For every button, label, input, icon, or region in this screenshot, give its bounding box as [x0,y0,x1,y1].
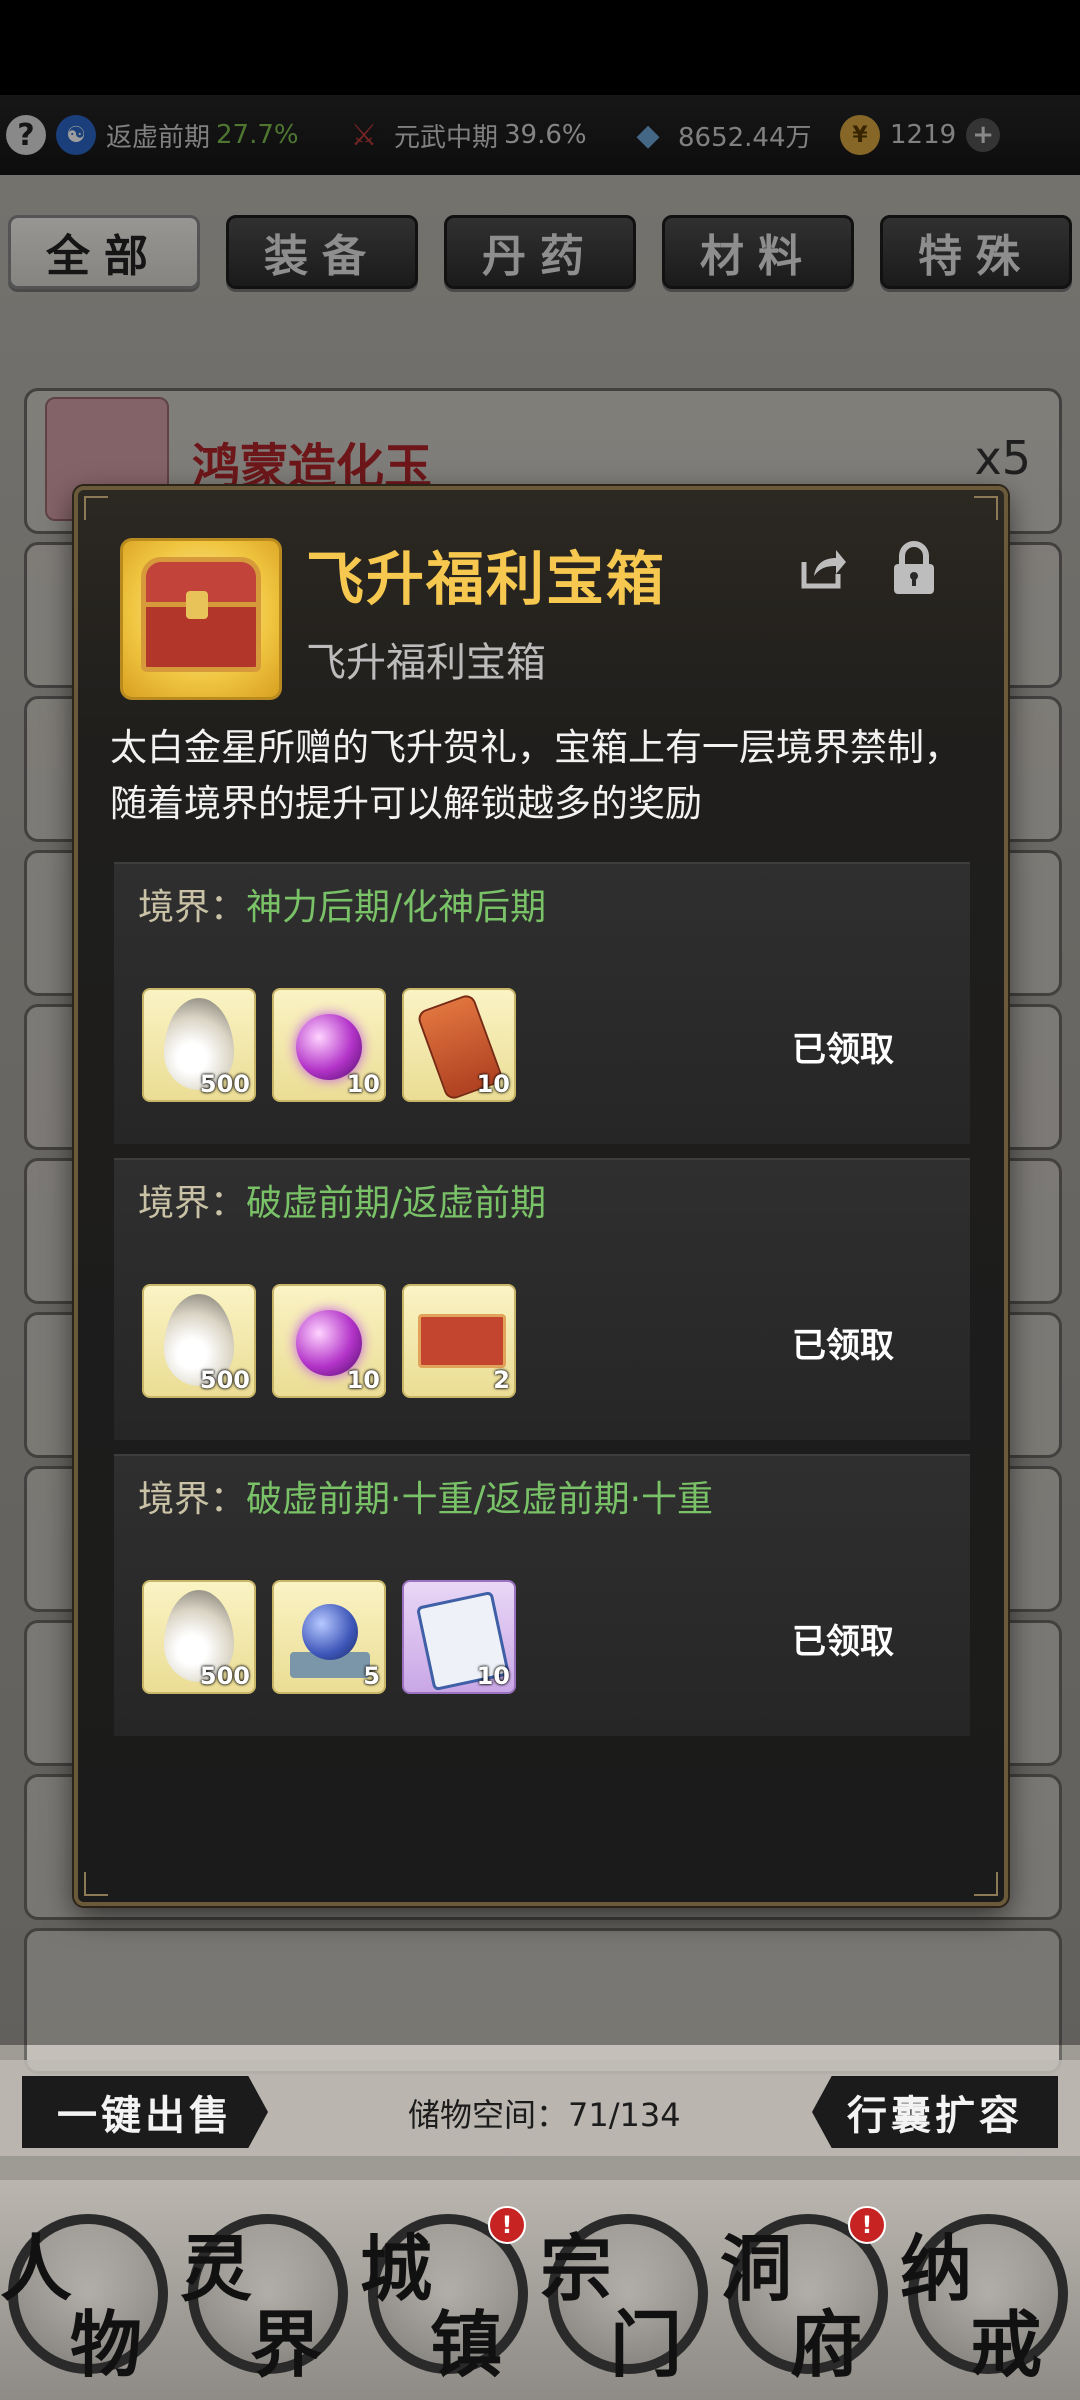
reward-qty: 500 [199,1070,250,1098]
nav-ring-storage[interactable]: 纳 戒 [900,2200,1076,2387]
tier-prefix: 境界： [138,1183,247,1224]
nav-label-bottom: 界 [250,2302,323,2387]
nav-character[interactable]: 人 物 [0,2200,176,2387]
reward-qty: 2 [493,1366,510,1394]
nav-spirit-realm[interactable]: 灵 界 [180,2200,356,2387]
nav-label-bottom: 戒 [970,2302,1043,2387]
reward-tier: 境界：神力后期/化神后期 500 10 10 已领取 [114,862,970,1144]
corner-ornament [84,1872,108,1896]
nav-label-top: 洞 [720,2226,793,2311]
tier-realm: 神力后期/化神后期 [246,887,547,928]
nav-label-bottom: 镇 [430,2302,503,2387]
reward-qty: 10 [346,1366,380,1394]
lock-icon[interactable] [886,538,942,598]
red-table-icon [418,1314,506,1368]
reward-item[interactable]: 10 [272,1284,386,1398]
reward-item[interactable]: 10 [402,1580,516,1694]
chest-icon [120,538,282,700]
tier-realm: 破虚前期·十重/返虚前期·十重 [246,1479,714,1520]
quick-sell-button[interactable]: 一键出售 [22,2076,268,2148]
reward-tier: 境界：破虚前期/返虚前期 500 10 2 已领取 [114,1158,970,1440]
corner-ornament [974,496,998,520]
blue-sphere-icon [302,1604,358,1660]
nav-label-top: 宗 [540,2226,613,2311]
tier-label: 境界：破虚前期·十重/返虚前期·十重 [138,1470,713,1522]
nav-label-bottom: 物 [70,2302,143,2387]
reward-qty: 10 [346,1070,380,1098]
reward-qty: 500 [199,1662,250,1690]
claimed-status: 已领取 [792,1326,894,1366]
nav-sect[interactable]: 宗 门 [540,2200,716,2387]
tier-prefix: 境界： [138,887,247,928]
reward-qty: 5 [363,1662,380,1690]
notification-badge: ! [848,2206,886,2244]
item-title: 飞升福利宝箱 [306,545,667,613]
nav-label-bottom: 门 [610,2302,683,2387]
nav-label-top: 人 [0,2226,73,2311]
reward-item[interactable]: 10 [402,988,516,1102]
nav-label-top: 灵 [180,2226,253,2311]
reward-qty: 10 [476,1070,510,1098]
corner-ornament [84,496,108,520]
reward-item[interactable]: 5 [272,1580,386,1694]
nav-town[interactable]: 城 镇 ! [360,2200,536,2387]
notification-badge: ! [488,2206,526,2244]
item-detail-modal: 飞升福利宝箱 飞升福利宝箱 太白金星所赠的飞升贺礼，宝箱上有一层境界禁制，随着境… [74,486,1008,1906]
item-subtitle: 飞升福利宝箱 [306,640,546,686]
expand-bag-button[interactable]: 行囊扩容 [812,2076,1058,2148]
storage-capacity: 储物空间：71/134 [408,2096,681,2134]
reward-item[interactable]: 500 [142,988,256,1102]
reward-item[interactable]: 10 [272,988,386,1102]
nav-cave[interactable]: 洞 府 ! [720,2200,896,2387]
tier-label: 境界：神力后期/化神后期 [138,878,546,930]
corner-ornament [974,1872,998,1896]
share-icon[interactable] [794,540,850,596]
tier-label: 境界：破虚前期/返虚前期 [138,1174,546,1226]
nav-label-top: 城 [360,2226,433,2311]
item-description: 太白金星所赠的飞升贺礼，宝箱上有一层境界禁制，随着境界的提升可以解锁越多的奖励 [110,726,961,825]
tier-realm: 破虚前期/返虚前期 [246,1183,547,1224]
nav-label-bottom: 府 [790,2302,863,2387]
claimed-status: 已领取 [792,1622,894,1662]
reward-item[interactable]: 500 [142,1284,256,1398]
claimed-status: 已领取 [792,1030,894,1070]
nav-label-top: 纳 [900,2226,973,2311]
reward-qty: 500 [199,1366,250,1394]
reward-tier: 境界：破虚前期·十重/返虚前期·十重 500 5 10 已领取 [114,1454,970,1736]
reward-qty: 10 [476,1662,510,1690]
tier-prefix: 境界： [138,1479,247,1520]
reward-item[interactable]: 500 [142,1580,256,1694]
bottom-navigation: 人 物 灵 界 城 镇 ! 宗 门 洞 府 ! 纳 戒 [0,2180,1080,2400]
reward-item[interactable]: 2 [402,1284,516,1398]
